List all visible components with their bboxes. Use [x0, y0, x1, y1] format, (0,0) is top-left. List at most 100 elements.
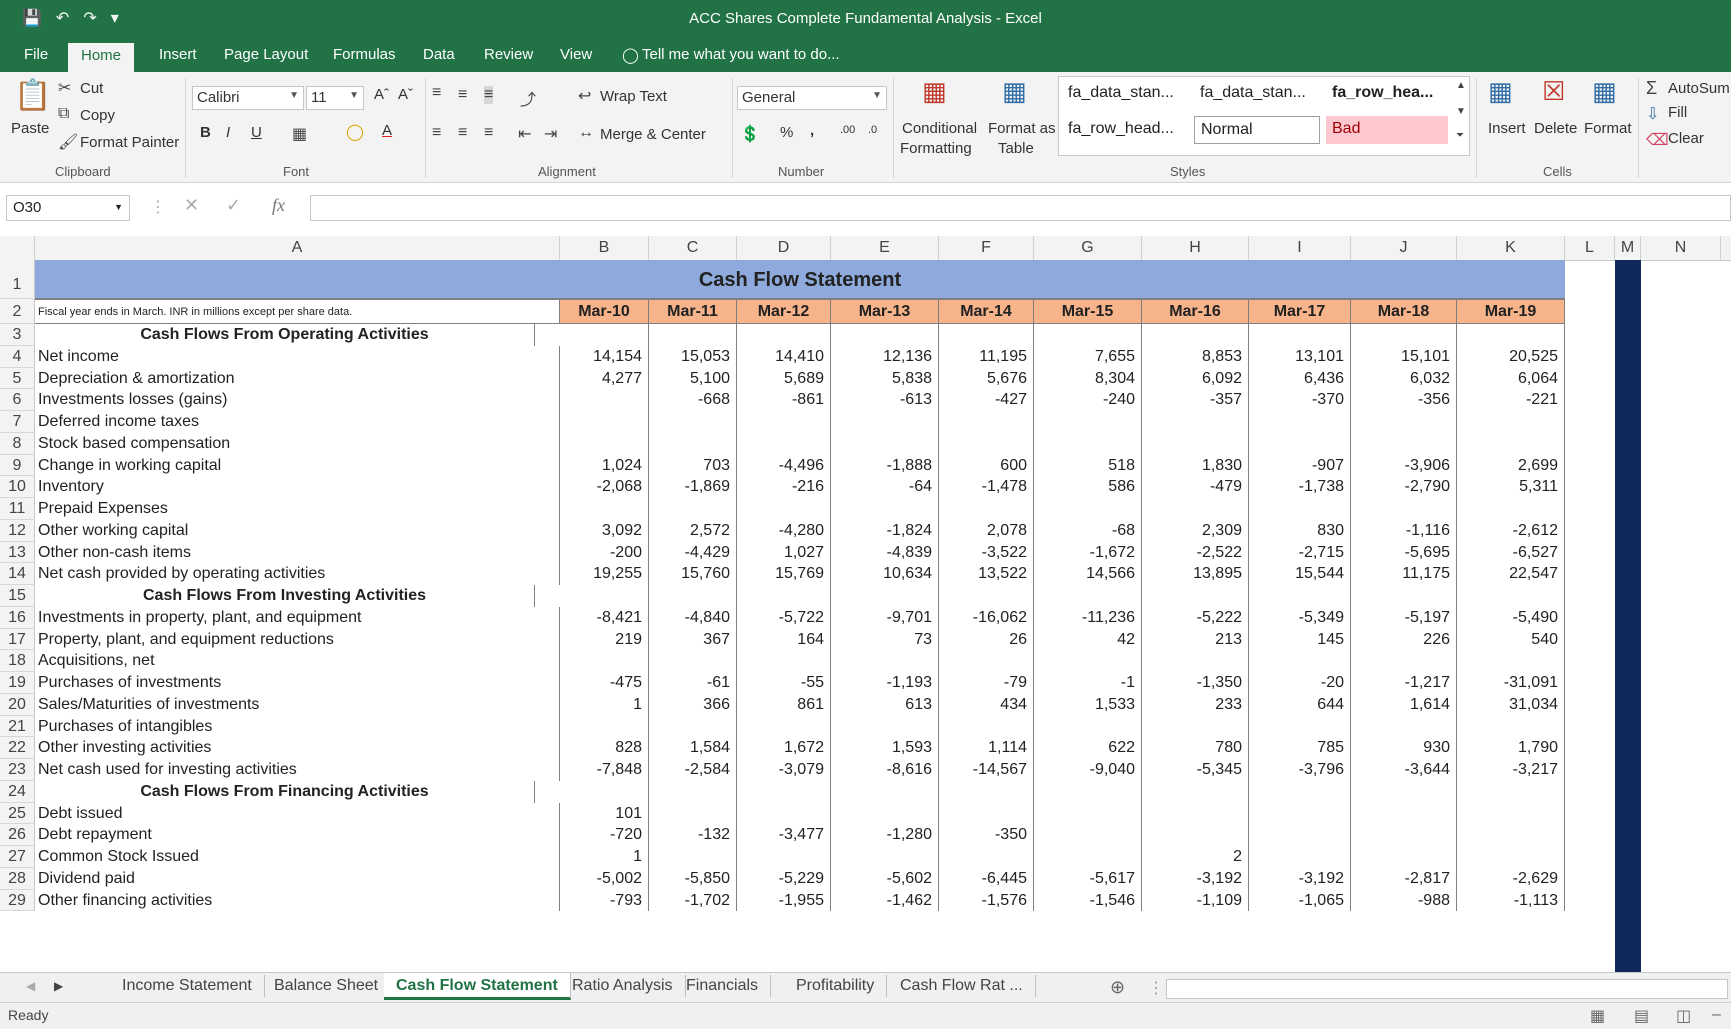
underline-icon[interactable]: U: [251, 124, 262, 141]
value-cell[interactable]: -132: [649, 824, 737, 846]
value-cell[interactable]: [1351, 824, 1457, 846]
row-header[interactable]: 4: [0, 345, 35, 368]
value-cell[interactable]: 6,032: [1351, 367, 1457, 390]
grow-font-icon[interactable]: Aˆ: [374, 86, 389, 103]
accounting-format-icon[interactable]: 💲: [740, 124, 760, 144]
conditional-formatting-button[interactable]: Conditional: [902, 120, 977, 137]
value-cell[interactable]: -3,477: [737, 824, 831, 846]
cut-button[interactable]: Cut: [80, 80, 103, 97]
row-header[interactable]: 15: [0, 585, 35, 607]
row-label[interactable]: Acquisitions, net: [35, 650, 560, 672]
column-header-e[interactable]: E: [831, 236, 939, 260]
row-header[interactable]: 8: [0, 432, 35, 455]
gallery-more-icon[interactable]: ⏷: [1456, 130, 1464, 141]
row-label[interactable]: Purchases of intangibles: [35, 715, 560, 738]
row-header[interactable]: 6: [0, 389, 35, 411]
value-cell[interactable]: [1249, 846, 1351, 868]
row-label[interactable]: Other financing activities: [35, 889, 560, 912]
value-cell[interactable]: [939, 324, 1034, 346]
tab-page-layout[interactable]: Page Layout: [224, 46, 308, 63]
gallery-scroll-up-icon[interactable]: ▲: [1456, 80, 1466, 91]
row-header[interactable]: 9: [0, 454, 35, 477]
value-cell[interactable]: -427: [939, 389, 1034, 411]
value-cell[interactable]: 20,525: [1457, 345, 1565, 368]
decrease-decimal-icon[interactable]: .0: [868, 124, 877, 136]
value-cell[interactable]: -5,850: [649, 867, 737, 890]
value-cell[interactable]: 540: [1457, 628, 1565, 651]
value-cell[interactable]: [560, 780, 649, 803]
value-cell[interactable]: [939, 780, 1034, 803]
value-cell[interactable]: [649, 432, 737, 455]
row-header[interactable]: 11: [0, 498, 35, 520]
align-bottom-icon[interactable]: ≡: [484, 86, 494, 104]
row-label[interactable]: Net income: [35, 345, 560, 368]
value-cell[interactable]: [1249, 432, 1351, 455]
format-cells-icon[interactable]: ▦: [1592, 76, 1617, 107]
row-label[interactable]: Debt repayment: [35, 824, 560, 846]
section-heading[interactable]: Cash Flows From Financing Activities: [35, 780, 535, 803]
value-cell[interactable]: 1,533: [1034, 693, 1142, 716]
value-cell[interactable]: [939, 498, 1034, 520]
period-header[interactable]: Mar-13: [831, 299, 939, 324]
value-cell[interactable]: [560, 715, 649, 738]
value-cell[interactable]: [1034, 432, 1142, 455]
value-cell[interactable]: -3,796: [1249, 759, 1351, 781]
value-cell[interactable]: 703: [649, 454, 737, 477]
enter-icon[interactable]: ✓: [226, 195, 241, 216]
value-cell[interactable]: 2,699: [1457, 454, 1565, 477]
value-cell[interactable]: -4,496: [737, 454, 831, 477]
value-cell[interactable]: [1034, 802, 1142, 825]
value-cell[interactable]: 830: [1249, 519, 1351, 542]
row-label[interactable]: Investments in property, plant, and equi…: [35, 606, 560, 629]
value-cell[interactable]: [1457, 650, 1565, 672]
value-cell[interactable]: [1457, 498, 1565, 520]
row-header[interactable]: 21: [0, 715, 35, 738]
value-cell[interactable]: 19,255: [560, 563, 649, 585]
style-normal[interactable]: Normal: [1194, 116, 1320, 144]
format-cells-button[interactable]: Format: [1584, 120, 1632, 137]
value-cell[interactable]: 1,593: [831, 737, 939, 759]
value-cell[interactable]: 7,655: [1034, 345, 1142, 368]
value-cell[interactable]: [1142, 585, 1249, 607]
value-cell[interactable]: [831, 411, 939, 433]
value-cell[interactable]: 14,410: [737, 345, 831, 368]
value-cell[interactable]: [560, 432, 649, 455]
row-label[interactable]: Common Stock Issued: [35, 846, 560, 868]
value-cell[interactable]: [1457, 411, 1565, 433]
value-cell[interactable]: -1,546: [1034, 889, 1142, 912]
value-cell[interactable]: 586: [1034, 476, 1142, 498]
row-label[interactable]: Purchases of investments: [35, 672, 560, 694]
value-cell[interactable]: -1,888: [831, 454, 939, 477]
value-cell[interactable]: 4,277: [560, 367, 649, 390]
value-cell[interactable]: 14,154: [560, 345, 649, 368]
value-cell[interactable]: -907: [1249, 454, 1351, 477]
row-header[interactable]: 24: [0, 780, 35, 803]
value-cell[interactable]: 434: [939, 693, 1034, 716]
row-label[interactable]: Property, plant, and equipment reduction…: [35, 628, 560, 651]
value-cell[interactable]: -793: [560, 889, 649, 912]
period-header[interactable]: Mar-15: [1034, 299, 1142, 324]
column-header-i[interactable]: I: [1249, 236, 1351, 260]
value-cell[interactable]: 6,092: [1142, 367, 1249, 390]
align-middle-icon[interactable]: ≡: [458, 86, 467, 104]
value-cell[interactable]: -3,079: [737, 759, 831, 781]
value-cell[interactable]: 13,101: [1249, 345, 1351, 368]
value-cell[interactable]: [1034, 650, 1142, 672]
zoom-out-icon[interactable]: –: [1712, 1006, 1721, 1024]
value-cell[interactable]: 1,027: [737, 541, 831, 564]
align-left-icon[interactable]: ≡: [432, 124, 441, 142]
value-cell[interactable]: [939, 846, 1034, 868]
column-header-n[interactable]: N: [1641, 236, 1721, 260]
bold-icon[interactable]: B: [200, 124, 211, 141]
number-format-select[interactable]: General ▼: [737, 86, 887, 110]
value-cell[interactable]: 5,676: [939, 367, 1034, 390]
value-cell[interactable]: 145: [1249, 628, 1351, 651]
wrap-text-button[interactable]: Wrap Text: [600, 88, 667, 105]
value-cell[interactable]: [1457, 780, 1565, 803]
value-cell[interactable]: -5,222: [1142, 606, 1249, 629]
insert-cells-button[interactable]: Insert: [1488, 120, 1526, 137]
value-cell[interactable]: [1249, 585, 1351, 607]
orientation-icon[interactable]: ⤴: [520, 86, 536, 110]
value-cell[interactable]: [1457, 846, 1565, 868]
row-label[interactable]: Investments losses (gains): [35, 389, 560, 411]
